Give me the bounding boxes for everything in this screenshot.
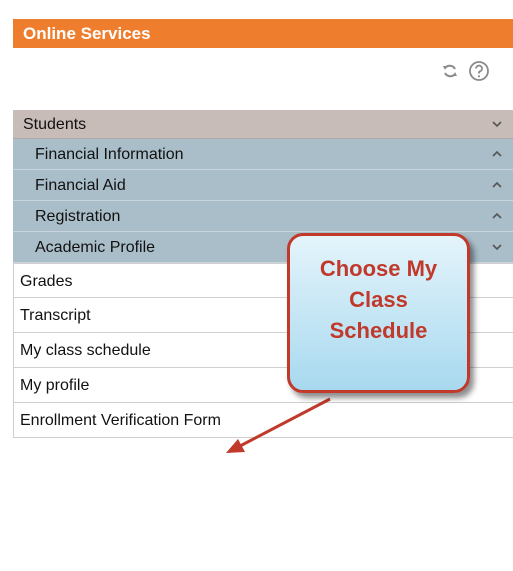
chevron-up-icon: [491, 170, 503, 200]
chevron-down-icon: [491, 110, 503, 138]
portlet-header: Online Services: [13, 19, 513, 48]
callout-line: Choose My: [319, 256, 438, 281]
callout-line: Class: [349, 287, 408, 312]
chevron-down-icon: [491, 232, 503, 262]
menu-section-financial-information[interactable]: Financial Information: [13, 139, 513, 170]
callout-line: Schedule: [329, 318, 428, 343]
menu-section-label: Financial Information: [35, 146, 184, 163]
menu-item-enrollment-verification-form[interactable]: Enrollment Verification Form: [13, 403, 513, 438]
chevron-up-icon: [491, 201, 503, 231]
menu-section-label: Financial Aid: [35, 177, 126, 194]
annotation-callout: Choose My Class Schedule: [287, 233, 470, 393]
menu-section-label: Students: [23, 116, 87, 133]
menu-section-label: Registration: [35, 208, 121, 225]
refresh-icon[interactable]: [440, 61, 460, 81]
portlet-tools: [440, 58, 490, 84]
help-icon[interactable]: [468, 60, 490, 82]
menu-section-financial-aid[interactable]: Financial Aid: [13, 170, 513, 201]
menu-section-students[interactable]: Students: [13, 110, 513, 139]
menu-section-registration[interactable]: Registration: [13, 201, 513, 232]
portlet-title: Online Services: [23, 24, 151, 43]
chevron-up-icon: [491, 139, 503, 169]
menu-section-label: Academic Profile: [35, 239, 156, 256]
